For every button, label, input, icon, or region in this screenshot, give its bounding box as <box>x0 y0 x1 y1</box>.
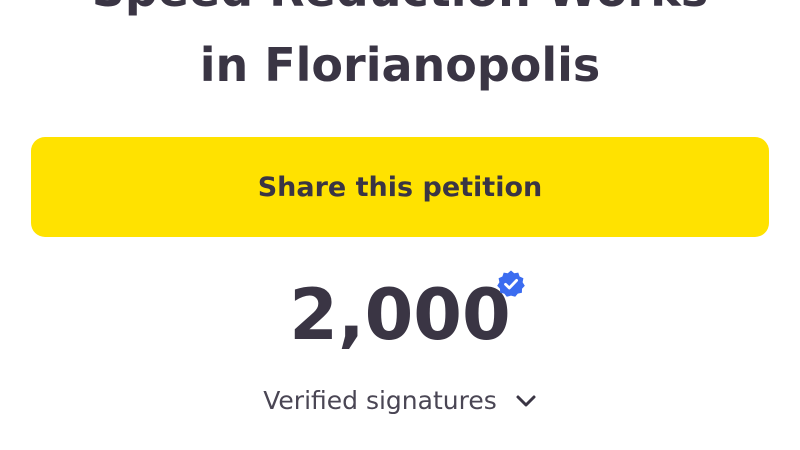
share-petition-button[interactable]: Share this petition <box>31 137 769 237</box>
petition-page: Speed Reduction Works in Florianopolis S… <box>0 0 800 450</box>
verified-signatures-label: Verified signatures <box>263 386 497 415</box>
signature-count: 2,000 <box>289 274 511 356</box>
petition-title-line-1: Speed Reduction Works <box>0 0 800 13</box>
verified-badge-icon <box>497 270 525 297</box>
share-button-label: Share this petition <box>257 171 543 203</box>
petition-title-line-2: in Florianopolis <box>199 38 601 92</box>
chevron-down-icon <box>516 395 536 406</box>
verified-signatures-toggle[interactable]: Verified signatures <box>0 386 800 415</box>
